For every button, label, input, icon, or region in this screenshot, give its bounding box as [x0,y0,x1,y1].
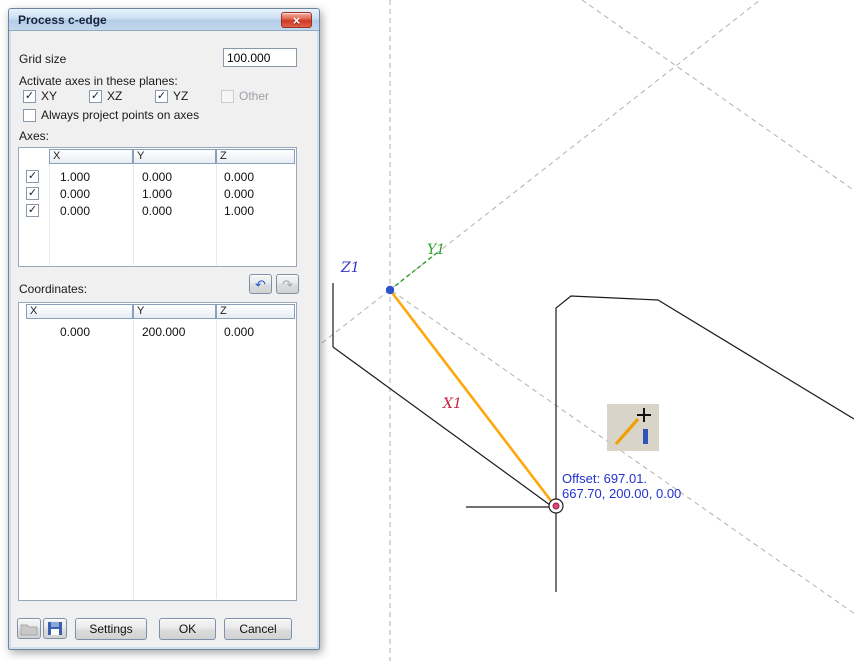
axes-col-z[interactable]: Z [216,149,295,164]
axes-row-1-checkbox[interactable]: ✓ [26,187,39,200]
grid-line-diagonal-right [581,0,854,191]
ibeam-icon [643,429,648,444]
check-icon: ✓ [27,170,38,182]
grid-size-input[interactable] [223,48,297,67]
check-icon: ✓ [27,187,38,199]
settings-button[interactable]: Settings [75,618,147,640]
axes-row-0-y: 0.000 [142,170,173,184]
checkbox-plane-other: Other [221,89,269,103]
redo-button: ↷ [276,274,299,294]
check-icon: ✓ [24,89,35,102]
coordinates-label: Coordinates: [19,282,88,296]
axes-row-0[interactable]: ✓ 1.000 0.000 0.000 [19,168,296,185]
coordinates-col-z[interactable]: Z [216,304,295,319]
axes-row-2-checkbox[interactable]: ✓ [26,204,39,217]
checkbox-plane-xy-box: ✓ [23,89,36,103]
coordinates-table: X Y Z 0.000 200.000 0.000 [18,302,297,601]
coordinates-col-x[interactable]: X [26,304,133,319]
coordinates-row-0[interactable]: 0.000 200.000 0.000 [19,323,296,340]
origin-point[interactable] [385,285,395,295]
checkbox-plane-xy-label: XY [41,89,58,103]
axes-row-2-z: 1.000 [224,204,255,218]
ok-button[interactable]: OK [159,618,216,640]
axes-row-2-y: 0.000 [142,204,173,218]
checkbox-plane-xz-box: ✓ [89,89,102,103]
checkbox-plane-xz[interactable]: ✓ XZ [89,89,122,103]
check-icon: ✓ [156,89,167,102]
checkbox-project-points[interactable]: Always project points on axes [23,108,199,122]
close-button[interactable]: × [281,12,312,28]
grid-line-diagonal-down [391,290,854,614]
checkbox-plane-yz-box: ✓ [155,89,168,103]
x-axis-label: X1 [443,396,462,412]
axes-col-y[interactable]: Y [133,149,216,164]
draw-tool-cursor [607,404,659,451]
axes-row-1[interactable]: ✓ 0.000 1.000 0.000 [19,185,296,202]
axes-row-1-z: 0.000 [224,187,255,201]
checkbox-plane-xz-label: XZ [107,89,123,103]
process-c-edge-dialog: Process c-edge × Grid size Activate axes… [8,8,320,650]
undo-icon: ↶ [255,276,266,292]
axes-row-2[interactable]: ✓ 0.000 0.000 1.000 [19,202,296,219]
coordinates-row-0-x: 0.000 [60,325,91,339]
dialog-titlebar[interactable]: Process c-edge × [9,9,319,31]
pencil-icon [614,417,640,446]
checkbox-project-points-box [23,108,36,122]
column-divider [216,320,217,599]
x1-axis-line [332,346,551,506]
checkbox-plane-yz[interactable]: ✓ YZ [155,89,188,103]
close-icon: × [292,12,301,28]
snap-marker-inner [552,502,560,510]
axes-row-1-x: 0.000 [60,187,91,201]
load-settings-button [17,618,41,639]
draw-tool-cursor-glyphs [614,408,651,446]
geometry-edge-right [555,295,854,592]
checkbox-plane-xy[interactable]: ✓ XY [23,89,57,103]
axes-table: X Y Z ✓ 1.000 0.000 0.000 ✓ 0.000 1.000 … [18,147,297,267]
axes-row-1-y: 1.000 [142,187,173,201]
save-icon [48,622,62,635]
coordinates-row-0-y: 200.000 [142,325,186,339]
check-icon: ✓ [27,204,38,216]
column-divider [133,320,134,599]
coordinates-row-0-z: 0.000 [224,325,255,339]
undo-button[interactable]: ↶ [249,274,272,294]
y-axis-label: Y1 [427,242,446,258]
grid-size-label: Grid size [19,52,67,66]
z-axis-label: Z1 [341,260,360,276]
application-window: Z1 Y1 X1 Offset: 697.01. 667.70, 200.00,… [0,0,854,661]
axes-row-2-x: 0.000 [60,204,91,218]
redo-icon: ↷ [282,276,293,292]
axes-col-x[interactable]: X [49,149,133,164]
save-settings-button[interactable] [43,618,67,639]
axes-row-0-checkbox[interactable]: ✓ [26,170,39,183]
check-icon: ✓ [90,89,101,102]
offset-line-2: 667.70, 200.00, 0.00 [562,486,682,501]
checkbox-project-points-label: Always project points on axes [41,108,200,122]
dialog-body: Grid size Activate axes in these planes:… [9,31,319,649]
highlighted-edge[interactable] [388,289,557,507]
activate-planes-label: Activate axes in these planes: [19,74,178,88]
coordinates-col-y[interactable]: Y [133,304,216,319]
offset-line-1: Offset: 697.01. [562,471,648,486]
axes-row-0-x: 1.000 [60,170,91,184]
axes-label: Axes: [19,129,50,143]
cancel-button[interactable]: Cancel [224,618,292,640]
dialog-title: Process c-edge [18,12,107,27]
folder-icon [20,624,38,635]
axes-row-0-z: 0.000 [224,170,255,184]
checkbox-plane-other-box [221,89,234,103]
offset-annotation: Offset: 697.01. 667.70, 200.00, 0.00 [562,471,681,501]
checkbox-plane-yz-label: YZ [173,89,189,103]
checkbox-plane-other-label: Other [239,89,270,103]
